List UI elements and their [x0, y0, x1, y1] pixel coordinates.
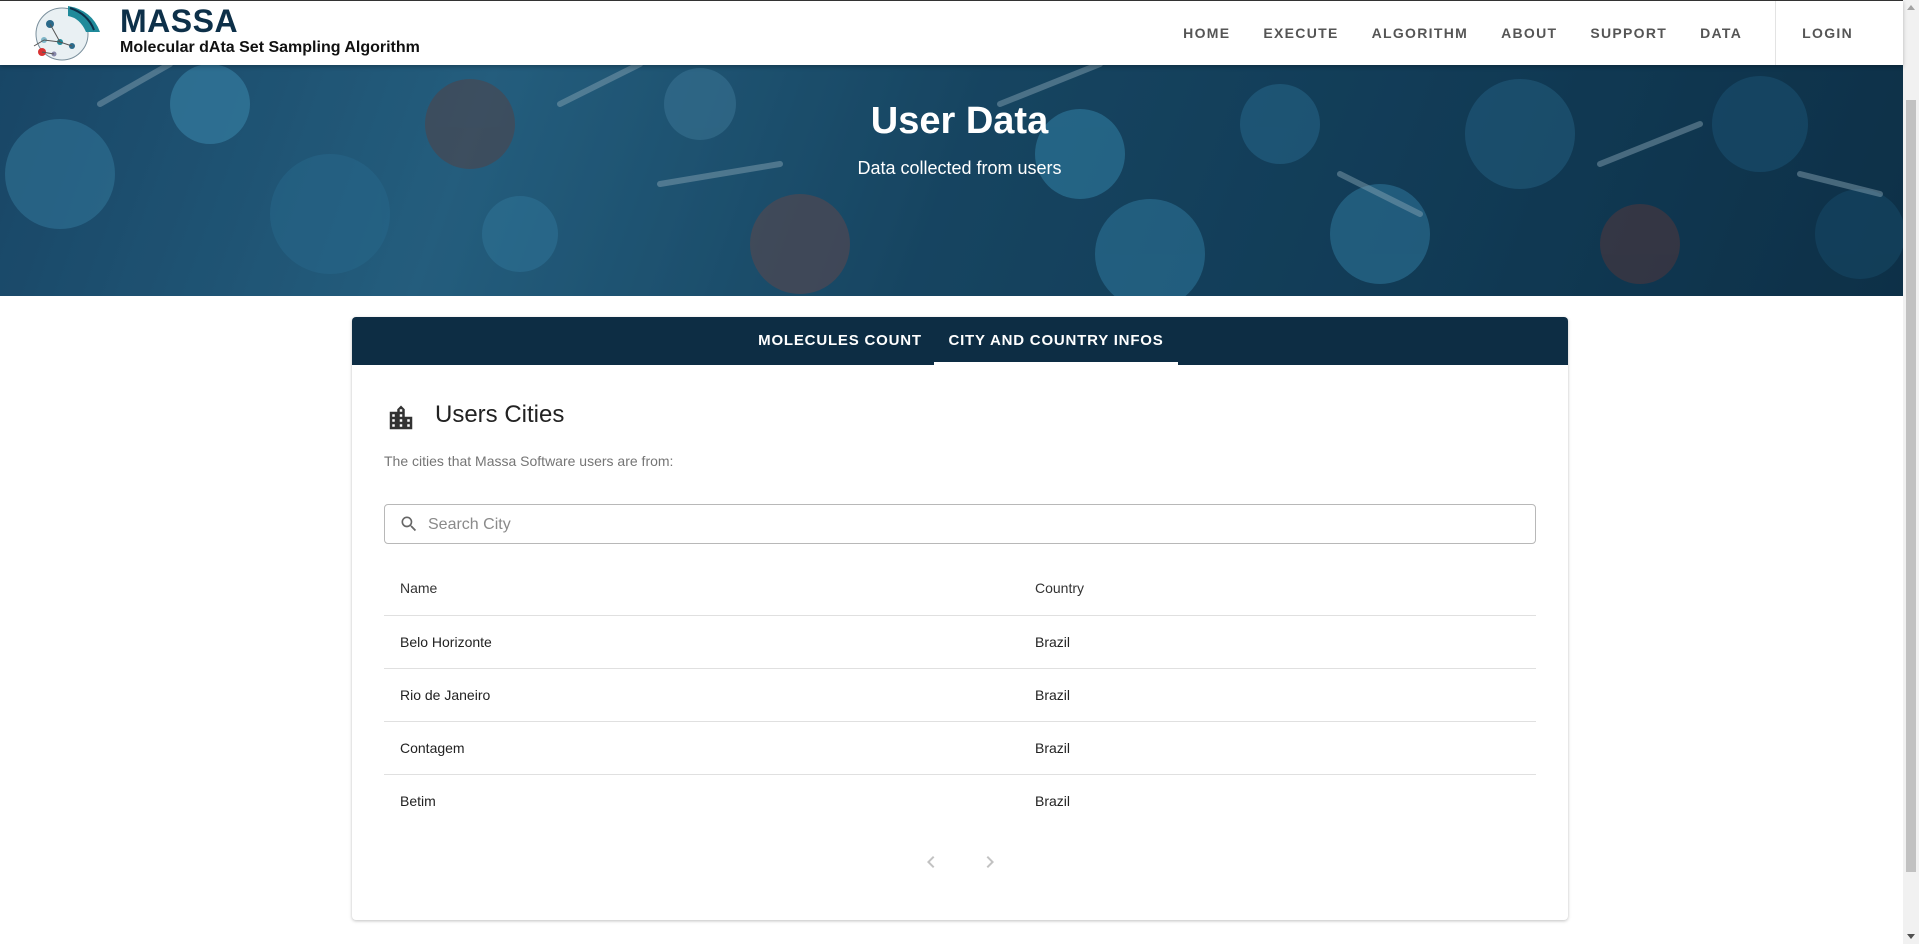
nav-execute-link[interactable]: EXECUTE: [1263, 25, 1338, 41]
table-row: Rio de Janeiro Brazil: [384, 669, 1536, 722]
cell-city-name: Rio de Janeiro: [400, 687, 491, 703]
table-header-row: Name Country: [384, 561, 1536, 616]
tab-city-country-infos[interactable]: CITY AND COUNTRY INFOS: [934, 317, 1178, 365]
cell-country: Brazil: [1035, 687, 1071, 703]
pagination: [352, 847, 1568, 877]
scroll-down-arrow-icon[interactable]: [1907, 934, 1915, 939]
column-header-country[interactable]: Country: [1035, 561, 1084, 615]
massa-logo[interactable]: [30, 2, 104, 62]
city-building-icon: [389, 405, 413, 430]
user-data-card: MOLECULES COUNT CITY AND COUNTRY INFOS U…: [352, 317, 1568, 920]
search-city-input[interactable]: [426, 510, 1520, 540]
table-row: Belo Horizonte Brazil: [384, 616, 1536, 669]
scroll-up-arrow-icon[interactable]: [1907, 5, 1915, 10]
brand-subtitle: Molecular dAta Set Sampling Algorithm: [120, 39, 420, 56]
nav-algorithm-link[interactable]: ALGORITHM: [1372, 25, 1468, 41]
top-navbar: MASSA Molecular dAta Set Sampling Algori…: [0, 0, 1903, 65]
chevron-left-icon[interactable]: [919, 850, 943, 874]
cities-table: Name Country Belo Horizonte Brazil Rio d…: [384, 561, 1536, 827]
cell-country: Brazil: [1035, 634, 1071, 650]
tab-bar: MOLECULES COUNT CITY AND COUNTRY INFOS: [352, 317, 1568, 365]
nav-home-link[interactable]: HOME: [1183, 25, 1230, 41]
nav-about-link[interactable]: ABOUT: [1501, 25, 1557, 41]
scrollbar-thumb[interactable]: [1906, 100, 1916, 872]
hero-banner: User Data Data collected from users: [0, 64, 1903, 296]
cell-city-name: Contagem: [400, 740, 465, 756]
section-description: The cities that Massa Software users are…: [384, 453, 674, 469]
molecule-background: [0, 64, 1903, 296]
column-header-name[interactable]: Name: [400, 561, 437, 615]
search-box[interactable]: [384, 504, 1536, 544]
page-scrollbar[interactable]: [1903, 0, 1919, 944]
active-tab-indicator: [934, 362, 1178, 365]
page-subtitle: Data collected from users: [857, 158, 1062, 178]
nav-support-link[interactable]: SUPPORT: [1590, 25, 1667, 41]
login-link[interactable]: LOGIN: [1802, 25, 1853, 41]
search-icon: [401, 516, 417, 532]
cell-city-name: Belo Horizonte: [400, 634, 492, 650]
page-title: User Data: [870, 100, 1049, 142]
nav-data-link[interactable]: DATA: [1700, 25, 1742, 41]
table-row: Contagem Brazil: [384, 722, 1536, 775]
chevron-right-icon[interactable]: [978, 850, 1002, 874]
main-nav: HOME EXECUTE ALGORITHM ABOUT SUPPORT DAT…: [1183, 1, 1903, 65]
nav-divider: [1775, 1, 1777, 65]
section-title: Users Cities: [435, 401, 565, 428]
cell-country: Brazil: [1035, 793, 1071, 809]
table-row: Betim Brazil: [384, 775, 1536, 827]
tab-molecules-count[interactable]: MOLECULES COUNT: [750, 317, 930, 365]
brand-title[interactable]: MASSA: [120, 3, 238, 40]
cell-country: Brazil: [1035, 740, 1071, 756]
cell-city-name: Betim: [400, 793, 436, 809]
